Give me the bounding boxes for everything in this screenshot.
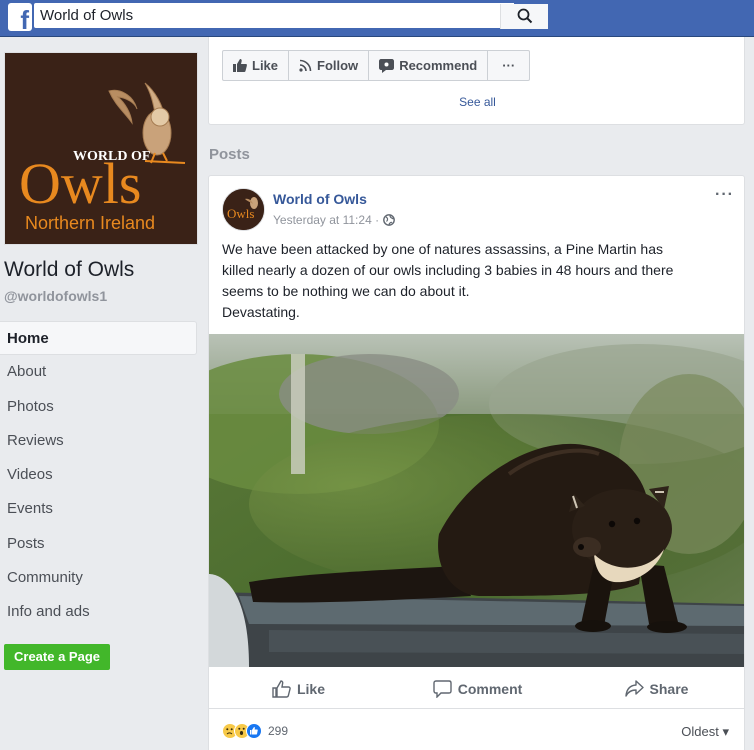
more-options-button[interactable]: ··· (488, 51, 529, 80)
nav-item-videos[interactable]: Videos (0, 458, 197, 492)
like-reaction-icon (246, 723, 262, 739)
post-text-line: We have been attacked by one of natures … (222, 241, 663, 257)
page-nav: Home About Photos Reviews Videos Events … (0, 321, 197, 630)
thumbs-up-outline-icon (272, 679, 291, 698)
world-of-owls-logo: WORLD OF Owls Northern Ireland (5, 53, 197, 244)
create-page-button[interactable]: Create a Page (4, 644, 110, 670)
left-column: WORLD OF Owls Northern Ireland World of … (0, 37, 205, 750)
pine-marten-photo (209, 334, 744, 667)
post-like-button[interactable]: Like (209, 669, 388, 708)
post-author-avatar[interactable]: Owls (222, 188, 265, 231)
search-box (34, 3, 548, 29)
search-input[interactable] (40, 6, 460, 25)
nav-item-posts[interactable]: Posts (0, 527, 197, 561)
post-text-line: seems to be nothing we can do about it. (222, 283, 470, 299)
comment-icon (433, 679, 452, 698)
page-actions-group: Like Follow Recommend ··· (222, 50, 531, 81)
posts-section-label: Posts (209, 146, 250, 163)
owls-logo-icon: Owls (223, 189, 264, 230)
globe-icon (383, 214, 395, 226)
svg-text:Owls: Owls (227, 206, 254, 221)
post-timestamp[interactable]: Yesterday at 11:24 · (273, 213, 379, 227)
post-share-button[interactable]: Share (567, 669, 744, 708)
search-icon (517, 8, 533, 24)
facebook-logo-icon[interactable]: f (8, 3, 32, 31)
page-name[interactable]: World of Owls (4, 258, 134, 282)
search-button[interactable] (500, 4, 548, 29)
nav-item-photos[interactable]: Photos (0, 390, 197, 424)
post-actions-bar: Like Comment Share (209, 669, 744, 709)
nav-item-info-and-ads[interactable]: Info and ads (0, 595, 197, 629)
recommend-page-button[interactable]: Recommend (369, 51, 489, 80)
post-comment-label: Comment (457, 680, 523, 697)
comment-sort-dropdown[interactable]: Oldest ▾ (681, 724, 729, 740)
speech-bubble-icon (379, 58, 395, 73)
nav-item-home[interactable]: Home (0, 321, 197, 356)
post-photo-pine-marten[interactable] (209, 334, 744, 667)
like-page-button[interactable]: Like (223, 51, 290, 80)
reactions-summary[interactable]: 299 (222, 723, 288, 739)
post-text-line: killed nearly a dozen of our owls includ… (222, 262, 674, 278)
page-profile-picture[interactable]: WORLD OF Owls Northern Ireland (4, 52, 198, 245)
thumbs-up-icon (233, 59, 247, 72)
post-more-options-button[interactable]: ··· (715, 186, 734, 204)
post-comment-button[interactable]: Comment (388, 669, 567, 708)
nav-item-events[interactable]: Events (0, 492, 197, 526)
nav-item-community[interactable]: Community (0, 561, 197, 595)
post-author-name[interactable]: World of Owls (273, 191, 367, 207)
page-handle[interactable]: @worldofowls1 (4, 288, 107, 304)
post-text: We have been attacked by one of natures … (222, 239, 732, 323)
post-like-label: Like (296, 680, 325, 697)
see-all-link[interactable]: See all (209, 95, 746, 109)
post-card: Owls World of Owls Yesterday at 11:24 · … (208, 175, 745, 750)
top-bar: f (0, 0, 754, 37)
share-arrow-icon (624, 680, 644, 697)
post-text-line: Devastating. (222, 304, 300, 320)
nav-item-reviews[interactable]: Reviews (0, 424, 197, 458)
post-share-label: Share (649, 680, 689, 697)
page-actions-card: Like Follow Recommend ··· See all (208, 37, 745, 125)
follow-page-label: Follow (317, 58, 359, 73)
follow-page-button[interactable]: Follow (289, 51, 370, 80)
svg-text:Owls: Owls (19, 151, 141, 216)
svg-text:Northern Ireland: Northern Ireland (25, 213, 155, 233)
recommend-page-label: Recommend (399, 58, 478, 73)
reaction-count: 299 (268, 724, 289, 738)
nav-item-about[interactable]: About (0, 355, 197, 389)
post-meta: Yesterday at 11:24 · (273, 213, 395, 227)
like-page-label: Like (252, 58, 279, 73)
rss-follow-icon (299, 59, 312, 72)
